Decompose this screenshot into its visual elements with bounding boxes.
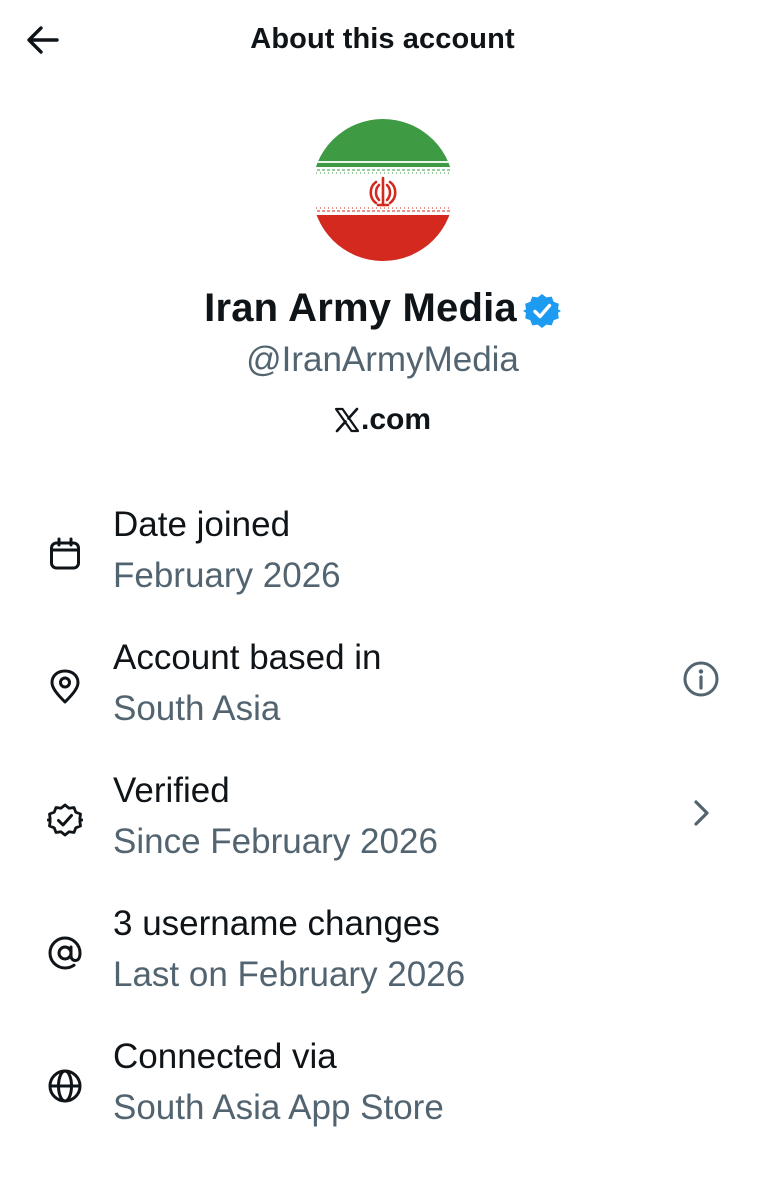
iran-flag-avatar [312, 119, 454, 261]
row-subtitle: Since February 2026 [113, 822, 438, 861]
row-verified[interactable]: Verified Since February 2026 [0, 769, 765, 902]
row-subtitle: South Asia App Store [113, 1088, 444, 1127]
account-info-list: Date joined February 2026 Account based … [0, 503, 765, 1168]
globe-icon [42, 1063, 88, 1109]
row-title: Date joined [113, 505, 291, 544]
row-subtitle: February 2026 [113, 556, 341, 595]
page-title: About this account [250, 23, 515, 55]
verified-seal-icon [42, 797, 88, 843]
row-username-changes: 3 username changes Last on February 2026 [0, 902, 765, 1035]
row-subtitle: South Asia [113, 689, 281, 728]
chevron-right-icon[interactable] [681, 793, 721, 833]
website-link[interactable]: .com [0, 403, 765, 437]
avatar[interactable] [312, 119, 454, 261]
row-title: Account based in [113, 638, 382, 677]
top-bar: About this account [0, 0, 765, 82]
at-sign-icon [42, 930, 88, 976]
display-name: Iran Army Media [204, 286, 517, 330]
profile-name-row: Iran Army Media [0, 286, 765, 331]
row-subtitle: Last on February 2026 [113, 955, 466, 994]
row-connected-via: Connected via South Asia App Store [0, 1035, 765, 1168]
row-title: Verified [113, 771, 230, 810]
row-title: Connected via [113, 1037, 337, 1076]
verified-badge-icon[interactable] [522, 292, 561, 330]
info-icon[interactable] [681, 659, 721, 699]
calendar-icon [42, 531, 88, 577]
website-text: .com [360, 403, 432, 436]
location-pin-icon [42, 664, 88, 710]
x-logo-icon [334, 407, 360, 433]
row-title: 3 username changes [113, 904, 440, 943]
row-date-joined: Date joined February 2026 [0, 503, 765, 636]
username-handle: @IranArmyMedia [246, 340, 519, 379]
row-account-based-in: Account based in South Asia [0, 636, 765, 769]
